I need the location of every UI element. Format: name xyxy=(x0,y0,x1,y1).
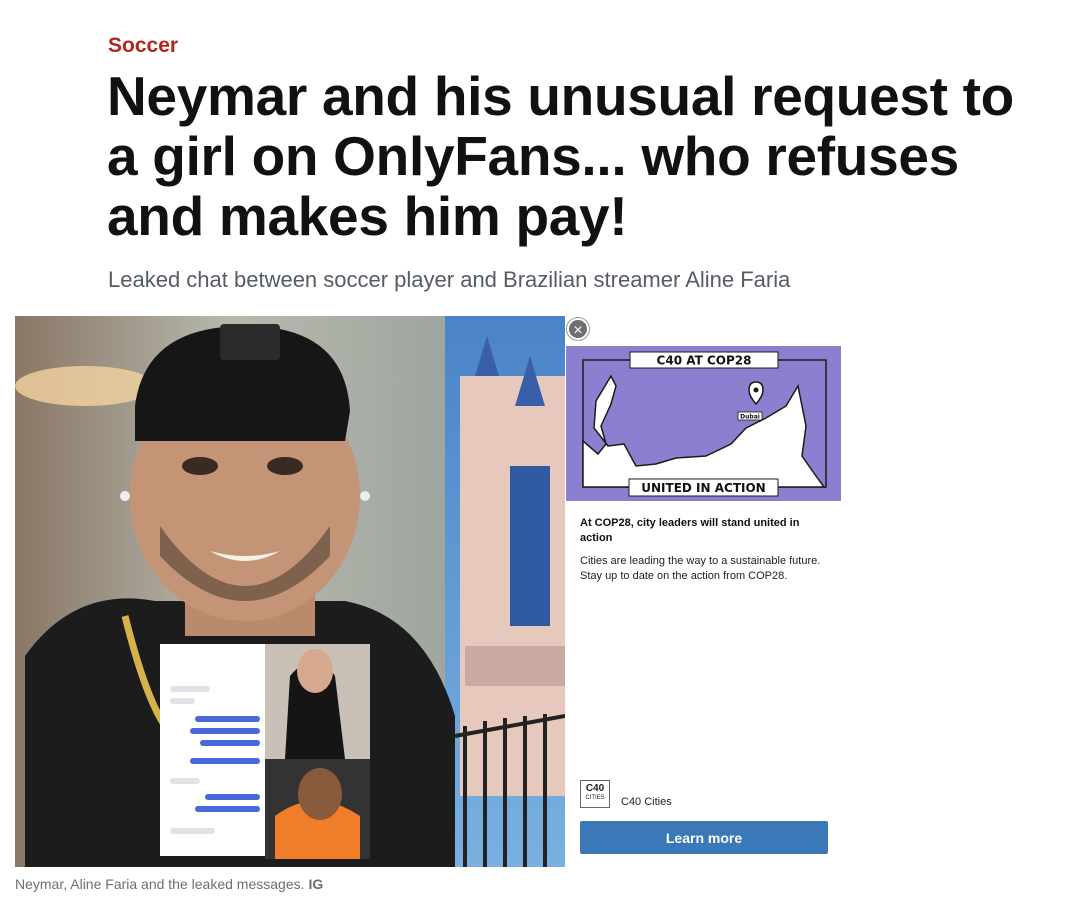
ad-banner-bottom-text: UNITED IN ACTION xyxy=(641,481,765,495)
section-label[interactable]: Soccer xyxy=(108,34,178,58)
ad-close-button[interactable]: × xyxy=(567,318,589,340)
photo-caption: Neymar, Aline Faria and the leaked messa… xyxy=(15,876,323,892)
photo-credit: IG xyxy=(308,876,324,892)
close-icon: × xyxy=(573,322,583,339)
ad-banner-top-text: C40 AT COP28 xyxy=(657,354,752,368)
learn-more-button[interactable]: Learn more xyxy=(580,821,828,854)
article-subhead: Leaked chat between soccer player and Br… xyxy=(108,267,791,292)
ad-banner-image[interactable]: C40 AT COP28 UNITED IN ACTION Dubai xyxy=(566,346,841,501)
advertiser-logo[interactable]: C40 CITIES xyxy=(580,780,610,808)
hero-photo xyxy=(15,316,565,867)
ad-body-text: Cities are leading the way to a sustaina… xyxy=(580,555,821,582)
ad-headline[interactable]: At COP28, city leaders will stand united… xyxy=(580,516,820,546)
photo-caption-text: Neymar, Aline Faria and the leaked messa… xyxy=(15,876,305,892)
article-headline: Neymar and his unusual request to a girl… xyxy=(107,65,1014,247)
advertiser-logo-line1: C40 xyxy=(585,783,605,794)
ad-map-pin-label: Dubai xyxy=(740,414,760,421)
advertiser-logo-line2: CITIES xyxy=(585,795,605,801)
hero-photo-art xyxy=(15,316,565,867)
advertiser-name[interactable]: C40 Cities xyxy=(621,796,672,808)
